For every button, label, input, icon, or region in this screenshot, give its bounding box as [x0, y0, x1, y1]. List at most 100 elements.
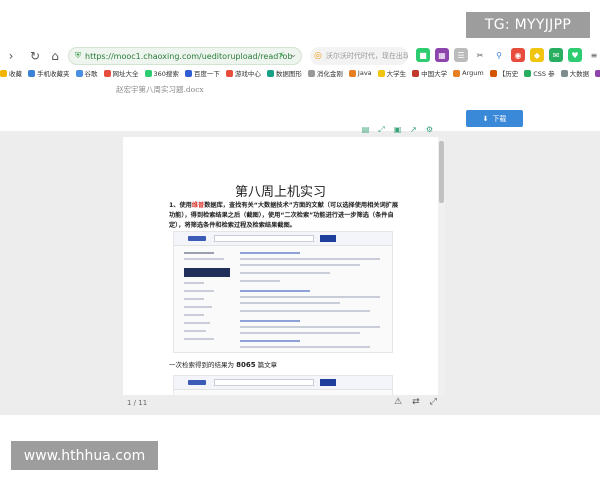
download-button[interactable]: ⬇ 下载	[466, 110, 523, 127]
bookmark-label: 中国大学	[421, 70, 448, 78]
document-heading: 第八周上机实习	[234, 185, 326, 200]
bookmark-label: Java	[357, 69, 372, 77]
warning-icon[interactable]: ⚠	[394, 397, 402, 407]
download-icon: ⬇	[482, 114, 489, 123]
bookmark-item[interactable]: 收藏	[0, 68, 22, 78]
viewer-toolbar: ▤ ⤢ ▣ ↗ ⚙	[360, 124, 435, 135]
bookmark-item[interactable]: 游戏中心	[225, 68, 261, 78]
bookmark-item[interactable]: 谷歌	[75, 68, 98, 78]
bookmark-item[interactable]: 中国大学	[412, 68, 447, 78]
screenshot-text-line	[240, 272, 330, 274]
menu-icon[interactable]: ≡	[587, 48, 600, 62]
settings-icon[interactable]: ⚙	[424, 124, 435, 135]
screenshot-text-line	[184, 252, 214, 254]
search-placeholder: 沃尔沃时代时代，现在出现过么多？	[325, 52, 408, 60]
reload-icon[interactable]: ↻	[26, 47, 44, 65]
vertical-scrollbar[interactable]	[438, 137, 445, 395]
bookmark-item[interactable]: 数据图形	[266, 68, 302, 78]
bookmark-favicon-icon	[348, 69, 356, 77]
screenshot-text-line	[240, 332, 360, 334]
bookmark-extension-icon[interactable]: ♥	[568, 48, 582, 62]
save-icon[interactable]: ▣	[392, 124, 403, 135]
document-page: 第八周上机实习 1、使用维普数据库，查找有关“大数据技术”方面的文献（可以选择使…	[123, 137, 438, 395]
document-paragraph: 1、使用维普数据库，查找有关“大数据技术”方面的文献（可以选择使用相关词扩展功能…	[169, 201, 399, 231]
bookmark-item[interactable]: 消化金刚	[307, 68, 343, 78]
bookmark-favicon-icon	[75, 69, 83, 77]
search-engine-icon: ◎	[314, 51, 322, 61]
screenshot-text-line	[184, 338, 214, 340]
bookmark-favicon-icon	[0, 69, 7, 77]
bookmark-favicon-icon	[28, 69, 35, 77]
screenshot-search-button	[320, 235, 336, 242]
viewer-bottom-tools: ⚠ ⇄ ⤢	[394, 397, 437, 407]
screenshot-text-line	[240, 290, 310, 292]
bookmark-label: 大数据	[569, 70, 590, 78]
wechat-icon[interactable]: ✉	[549, 48, 563, 62]
lightning-icon[interactable]: ⚡	[279, 51, 285, 61]
search-box[interactable]: ◎ 沃尔沃时代时代，现在出现过么多？	[310, 47, 408, 65]
bookmark-item[interactable]: CSS 参	[524, 68, 555, 78]
scroll-thumb[interactable]	[439, 141, 444, 203]
site-watermark: www.hthhua.com	[11, 441, 158, 470]
address-bar[interactable]: ⛨ https://mooc1.chaoxing.com/ueditoruplo…	[68, 47, 302, 65]
bookmark-favicon-icon	[184, 69, 192, 77]
bookmark-favicon-icon	[489, 69, 497, 77]
screenshot-text-line	[240, 326, 380, 328]
screenshot-text-line	[240, 320, 300, 322]
screenshot-header	[174, 232, 392, 246]
bookmark-item[interactable]: 大数据	[560, 68, 590, 78]
bookmark-item[interactable]: 【历史	[489, 68, 519, 78]
bookmark-favicon-icon	[560, 69, 568, 77]
home-icon[interactable]: ⌂	[46, 47, 64, 65]
bookmark-favicon-icon	[103, 69, 111, 77]
swap-icon[interactable]: ⇄	[412, 397, 420, 407]
bookmark-item[interactable]: 百度一下	[184, 68, 220, 78]
screen: TG: MYYJJPP › ↻ ⌂ ⛨ https://mooc1.chaoxi…	[0, 0, 600, 480]
screenshot-text-line	[240, 302, 340, 304]
bookmark-item[interactable]: 网址大全	[103, 68, 139, 78]
bookmark-favicon-icon	[595, 69, 600, 77]
list-extension-icon[interactable]: ☰	[454, 48, 468, 62]
scissors-icon[interactable]: ✂	[473, 48, 487, 62]
screenshot-filter-box	[184, 268, 230, 277]
chat-extension-icon[interactable]: ■	[416, 48, 430, 62]
bookmark-item[interactable]: 360搜索	[144, 68, 179, 78]
expand-icon[interactable]: ⤢	[430, 397, 437, 407]
address-url: https://mooc1.chaoxing.com/ueditorupload…	[85, 51, 293, 61]
bookmark-label: 大学生	[386, 70, 407, 78]
bookmark-label: 网址大全	[112, 70, 139, 78]
bookmark-item[interactable]: 登录	[595, 68, 600, 78]
share-icon[interactable]: ↗	[408, 124, 419, 135]
chevron-down-icon[interactable]: ⌄	[289, 50, 297, 60]
search-result-screenshot	[173, 231, 393, 353]
bookmark-favicon-icon	[377, 69, 385, 77]
magnifier-icon[interactable]: ⚲	[492, 48, 506, 62]
bookmark-label: 数据图形	[275, 70, 302, 78]
bookmark-label: Argum	[462, 69, 484, 77]
screenshot-logo	[188, 236, 206, 241]
caption-count: 8065	[236, 361, 256, 369]
file-icon[interactable]: ▤	[360, 124, 371, 135]
forward-icon[interactable]: ›	[2, 47, 20, 65]
bookmark-label: 【历史	[498, 70, 519, 78]
screenshot-text-line	[184, 258, 224, 260]
bookmark-item[interactable]: 大学生	[377, 68, 407, 78]
bookmark-item[interactable]: 手机收藏夹	[28, 68, 70, 78]
game-extension-icon[interactable]: ◉	[511, 48, 525, 62]
bookmark-favicon-icon	[266, 69, 274, 77]
bookmark-item[interactable]: Argum	[453, 69, 484, 77]
bookmark-label: 百度一下	[193, 70, 220, 78]
caption-suffix: 篇文章	[257, 361, 278, 369]
bookmark-item[interactable]: Java	[348, 69, 372, 77]
para-highlight: 维普	[191, 202, 205, 209]
grid-extension-icon[interactable]: ▦	[435, 48, 449, 62]
fullscreen-icon[interactable]: ⤢	[376, 124, 387, 135]
bookmark-label: 收藏	[9, 70, 22, 78]
screenshot-text-line	[240, 280, 280, 282]
bookmark-label: 谷歌	[84, 70, 98, 78]
second-search-screenshot	[173, 375, 393, 395]
shield-extension-icon[interactable]: ◆	[530, 48, 544, 62]
bookmark-favicon-icon	[307, 69, 315, 77]
bookmark-favicon-icon	[412, 69, 420, 77]
document-caption: 一次检索得到的结果为 8065 篇文章	[169, 359, 277, 369]
